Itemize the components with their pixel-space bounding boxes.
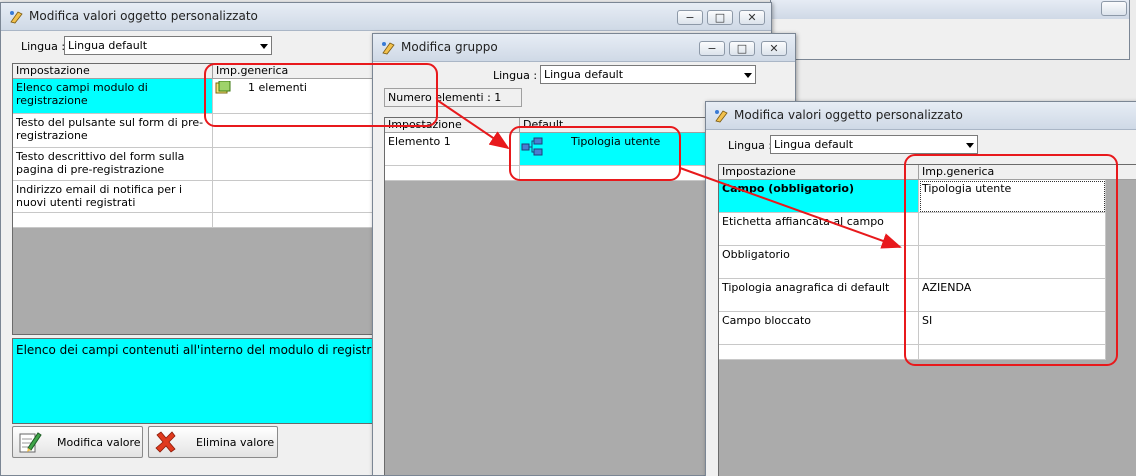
row-3-value[interactable] (213, 181, 391, 213)
app-icon (382, 42, 395, 55)
desktop: Modifica valori oggetto personalizzato −… (0, 0, 1136, 476)
column-header-setting[interactable]: Impostazione (13, 64, 213, 79)
detail-row-0-setting[interactable]: Campo (obbligatorio) (719, 180, 919, 213)
detail-row-2-value[interactable] (919, 246, 1106, 279)
row-0-value[interactable]: 1 elementi (213, 79, 391, 114)
edit-value-label: Modifica valore (57, 436, 141, 449)
row-2-value[interactable] (213, 148, 391, 181)
column-header-value[interactable]: Imp.generica (213, 64, 391, 79)
row-1-setting[interactable]: Testo del pulsante sul form di pre-regis… (13, 114, 213, 148)
group-window-titlebar: Modifica gruppo − □ ✕ (373, 34, 795, 62)
chevron-down-icon (744, 73, 752, 78)
group-row-0-setting[interactable]: Elemento 1 (385, 133, 520, 166)
main-window-titlebar: Modifica valori oggetto personalizzato −… (1, 3, 771, 31)
delete-value-label: Elimina valore (196, 436, 275, 449)
edit-value-button[interactable]: Modifica valore (12, 426, 143, 458)
main-window-title: Modifica valori oggetto personalizzato (29, 9, 258, 23)
background-window-close-button[interactable] (1101, 1, 1127, 16)
detail-window-titlebar: Modifica valori oggetto personalizzato (706, 102, 1136, 130)
settings-grid: Impostazione Imp.generica Elenco campi m… (12, 63, 392, 335)
column-header-setting[interactable]: Impostazione (719, 165, 919, 180)
close-button[interactable]: ✕ (761, 41, 787, 56)
detail-row-1-setting[interactable]: Etichetta affiancata al campo (719, 213, 919, 246)
detail-window: Modifica valori oggetto personalizzato L… (705, 101, 1136, 476)
column-header-value[interactable]: Imp.generica (919, 165, 1136, 180)
new-row-setting[interactable] (13, 213, 213, 228)
minimize-icon: − (685, 11, 695, 24)
detail-grid: Impostazione Imp.generica Campo (obbliga… (718, 164, 1136, 476)
language-select[interactable]: Lingua default (64, 36, 272, 55)
row-3-setting[interactable]: Indirizzo email di notifica per i nuovi … (13, 181, 213, 213)
row-0-value-text: 1 elementi (248, 81, 307, 94)
new-row-value[interactable] (213, 213, 391, 228)
language-select-value: Lingua default (544, 68, 624, 81)
app-icon (10, 11, 23, 24)
chevron-down-icon (966, 143, 974, 148)
maximize-icon: □ (714, 11, 726, 24)
hierarchy-icon (521, 137, 543, 156)
detail-row-4-value[interactable]: SI (919, 312, 1106, 345)
detail-row-2-setting[interactable]: Obbligatorio (719, 246, 919, 279)
language-select[interactable]: Lingua default (770, 135, 978, 154)
language-select-value: Lingua default (68, 39, 148, 52)
new-row-value[interactable] (919, 345, 1106, 360)
detail-row-3-setting[interactable]: Tipologia anagrafica di default (719, 279, 919, 312)
maximize-button[interactable]: □ (707, 10, 733, 25)
description-panel: Elenco dei campi contenuti all'interno d… (12, 338, 392, 424)
detail-row-3-value[interactable]: AZIENDA (919, 279, 1106, 312)
row-0-setting[interactable]: Elenco campi modulo di registrazione (13, 79, 213, 114)
column-header-setting[interactable]: Impostazione (385, 118, 520, 133)
delete-x-icon (155, 431, 176, 453)
element-count: Numero elementi : 1 (384, 88, 522, 107)
chevron-down-icon (260, 44, 268, 49)
close-icon: ✕ (769, 42, 779, 55)
new-row-setting[interactable] (385, 166, 520, 181)
row-1-value[interactable] (213, 114, 391, 148)
detail-row-4-setting[interactable]: Campo bloccato (719, 312, 919, 345)
detail-row-1-value[interactable] (919, 213, 1106, 246)
edit-icon (19, 432, 42, 453)
maximize-button[interactable]: □ (729, 41, 755, 56)
background-window (770, 0, 1130, 60)
language-label: Lingua : (493, 69, 538, 82)
app-icon (715, 110, 728, 123)
new-row-setting[interactable] (719, 345, 919, 360)
maximize-icon: □ (736, 42, 748, 55)
language-label: Lingua : (728, 139, 773, 152)
minimize-icon: − (707, 42, 717, 55)
row-2-setting[interactable]: Testo descrittivo del form sulla pagina … (13, 148, 213, 181)
minimize-button[interactable]: − (677, 10, 703, 25)
minimize-button[interactable]: − (699, 41, 725, 56)
language-select-value: Lingua default (774, 138, 854, 151)
language-select[interactable]: Lingua default (540, 65, 756, 84)
detail-window-title: Modifica valori oggetto personalizzato (734, 108, 963, 122)
close-button[interactable]: ✕ (739, 10, 765, 25)
detail-row-0-value[interactable]: Tipologia utente (919, 180, 1106, 213)
close-icon: ✕ (747, 11, 757, 24)
language-label: Lingua : (21, 40, 66, 53)
group-row-0-value-text: Tipologia utente (571, 135, 661, 148)
element-list-icon (215, 81, 231, 94)
group-window-title: Modifica gruppo (401, 40, 498, 54)
delete-value-button[interactable]: Elimina valore (148, 426, 278, 458)
